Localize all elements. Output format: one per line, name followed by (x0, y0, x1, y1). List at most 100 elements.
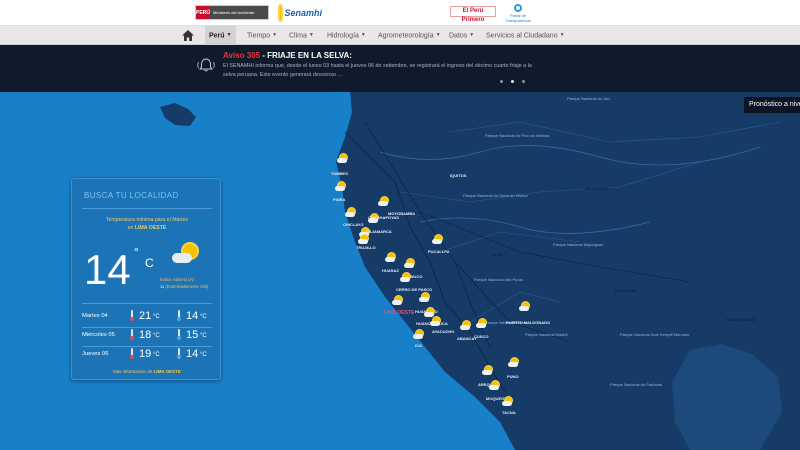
weather-icon[interactable] (432, 235, 444, 244)
alert-title[interactable]: Aviso 305 - FRIAJE EN LA SELVA: (223, 51, 352, 60)
alert-number: Aviso 305 (223, 51, 261, 60)
degree-symbol: ° (134, 245, 139, 259)
weather-icon[interactable] (335, 182, 347, 191)
park-label: Parque Nacional Alto Purus (474, 277, 523, 282)
nav-item-label: Clima (289, 32, 307, 40)
weather-icon[interactable] (413, 330, 425, 339)
city-label[interactable]: TACNA (502, 410, 516, 415)
city-label[interactable]: PUNO (507, 374, 519, 379)
thermometer-cold-icon (177, 310, 181, 321)
min-temp: 14 (186, 348, 199, 360)
more-info-link[interactable]: Más información de LIMA OESTE (72, 369, 222, 374)
city-label[interactable]: PIURA (333, 197, 345, 202)
caret-down-icon: ▼ (272, 32, 278, 38)
carousel-dot[interactable] (500, 80, 503, 83)
caret-down-icon: ▼ (360, 32, 366, 38)
forecast-row: Miércoles 05 18 °C 15 °C (82, 327, 212, 346)
weather-icon[interactable] (502, 397, 514, 406)
caret-down-icon: ▼ (469, 32, 475, 38)
carousel-indicators (500, 80, 525, 83)
weather-icon[interactable] (404, 259, 416, 268)
weather-icon[interactable] (419, 293, 431, 302)
city-label[interactable]: CUSCO (474, 334, 488, 339)
city-label-lima[interactable]: LIMA OESTE (384, 310, 414, 316)
nav-item-servicios-al-ciudadano[interactable]: Servicios al Ciudadano ▼ (486, 26, 565, 46)
alert-text: El SENAMHI informa que, desde el lunes 0… (223, 63, 532, 78)
weather-icon[interactable] (345, 208, 357, 217)
city-label[interactable]: CERRO DE PASCO (396, 287, 432, 292)
carousel-dot-active[interactable] (511, 80, 514, 83)
region-label: ACRE (492, 252, 504, 257)
peru-flag-logo-text: PERÚ (196, 6, 210, 19)
max-temp: 18 (139, 329, 152, 341)
weather-icon[interactable] (460, 321, 472, 330)
partly-cloudy-icon (171, 241, 203, 267)
nav-item-tiempo[interactable]: Tiempo ▼ (247, 26, 277, 46)
sun-icon (280, 5, 282, 20)
region-label: RONDONIA (615, 288, 637, 293)
city-label[interactable]: TUMBES (331, 171, 348, 176)
el-peru-primero-logo[interactable]: El Perú Primero (450, 6, 496, 23)
temp-unit: °C (200, 352, 207, 358)
weather-icon[interactable] (358, 235, 370, 244)
nav-item-datos[interactable]: Datos ▼ (449, 26, 474, 46)
weather-icon[interactable] (385, 253, 397, 262)
nav-item-label: Tiempo (247, 32, 271, 40)
min-temp: 14 (186, 310, 199, 322)
nav-item-agrometeorologia[interactable]: Agrometeorología ▼ (378, 26, 441, 46)
city-label[interactable]: IQUITOS (450, 173, 466, 178)
forecast-row: Martes 04 21 °C 14 °C (82, 308, 212, 327)
peru-ministry-logo[interactable]: PERÚ Ministerio del Ambiente (195, 5, 269, 20)
uv-index: Índice máximo UV: 11 (Extremadamente Alt… (160, 276, 208, 290)
park-label: Parque Nacional do Pico da Neblina (485, 133, 550, 138)
weather-icon[interactable] (476, 319, 488, 328)
uv-description: (Extremadamente Alta) (165, 284, 209, 289)
nav-item-label: Datos (449, 32, 468, 40)
forecast-row: Jueves 06 19 °C 14 °C (82, 346, 212, 365)
top-logo-bar: PERÚ Ministerio del Ambiente Senamhi El … (0, 0, 800, 25)
home-icon[interactable] (181, 29, 195, 42)
carousel-dot[interactable] (522, 80, 525, 83)
weather-icon[interactable] (400, 273, 412, 282)
more-info-prefix: Más información de (113, 369, 153, 374)
weather-icon[interactable] (519, 302, 531, 311)
city-label[interactable]: CAJAMARCA (366, 229, 392, 234)
national-forecast-button[interactable]: Pronóstico a nivel nacional (744, 97, 800, 113)
caret-down-icon: ▼ (435, 32, 441, 38)
weather-icon[interactable] (482, 366, 494, 375)
city-label[interactable]: AYACUCHO (432, 329, 454, 334)
caret-down-icon: ▼ (308, 32, 314, 38)
weather-icon[interactable] (489, 381, 501, 390)
weather-icon[interactable] (508, 358, 520, 367)
city-label[interactable]: PUCALLPA (428, 249, 449, 254)
weather-icon[interactable] (378, 197, 390, 206)
city-label[interactable]: TRUJILLO (356, 245, 376, 250)
subtitle-prefix: en (127, 225, 134, 231)
weather-icon[interactable] (430, 317, 442, 326)
temp-unit: °C (200, 333, 207, 339)
max-temp: 21 (139, 310, 152, 322)
city-label[interactable]: CHACHAPOYAS (368, 215, 399, 220)
nav-item-clima[interactable]: Clima ▼ (289, 26, 314, 46)
search-location-title[interactable]: BUSCA TU LOCALIDAD (84, 191, 179, 200)
thermometer-hot-icon (130, 310, 134, 321)
transparency-portal-logo[interactable]: Portal de Transparencia (502, 4, 534, 23)
city-label[interactable]: ICA (415, 343, 422, 348)
nav-item-hidrologia[interactable]: Hidrología ▼ (327, 26, 366, 46)
park-label: Parque Nacional Madidi (525, 332, 568, 337)
thermometer-cold-icon (177, 329, 181, 340)
nav-item-peru[interactable]: Perú ▼ (205, 26, 236, 46)
city-label[interactable]: PUERTO MALDONADO (506, 320, 550, 325)
subtitle-text: Temperatura mínima para el Martes (105, 217, 189, 223)
city-label[interactable]: HUARAZ (382, 268, 399, 273)
weather-icon[interactable] (337, 154, 349, 163)
weather-icon[interactable] (424, 308, 436, 317)
min-temp-subtitle: Temperatura mínima para el Martes en LIM… (72, 216, 222, 232)
nav-item-label: Servicios al Ciudadano (486, 32, 558, 40)
city-label[interactable]: CHICLAYO (343, 222, 364, 227)
region-label: MATO GROSSO (726, 317, 757, 322)
senamhi-logo[interactable]: Senamhi (280, 3, 322, 22)
location-panel: BUSCA TU LOCALIDAD Temperatura mínima pa… (71, 178, 221, 380)
weather-icon[interactable] (392, 296, 404, 305)
divider (82, 303, 212, 304)
